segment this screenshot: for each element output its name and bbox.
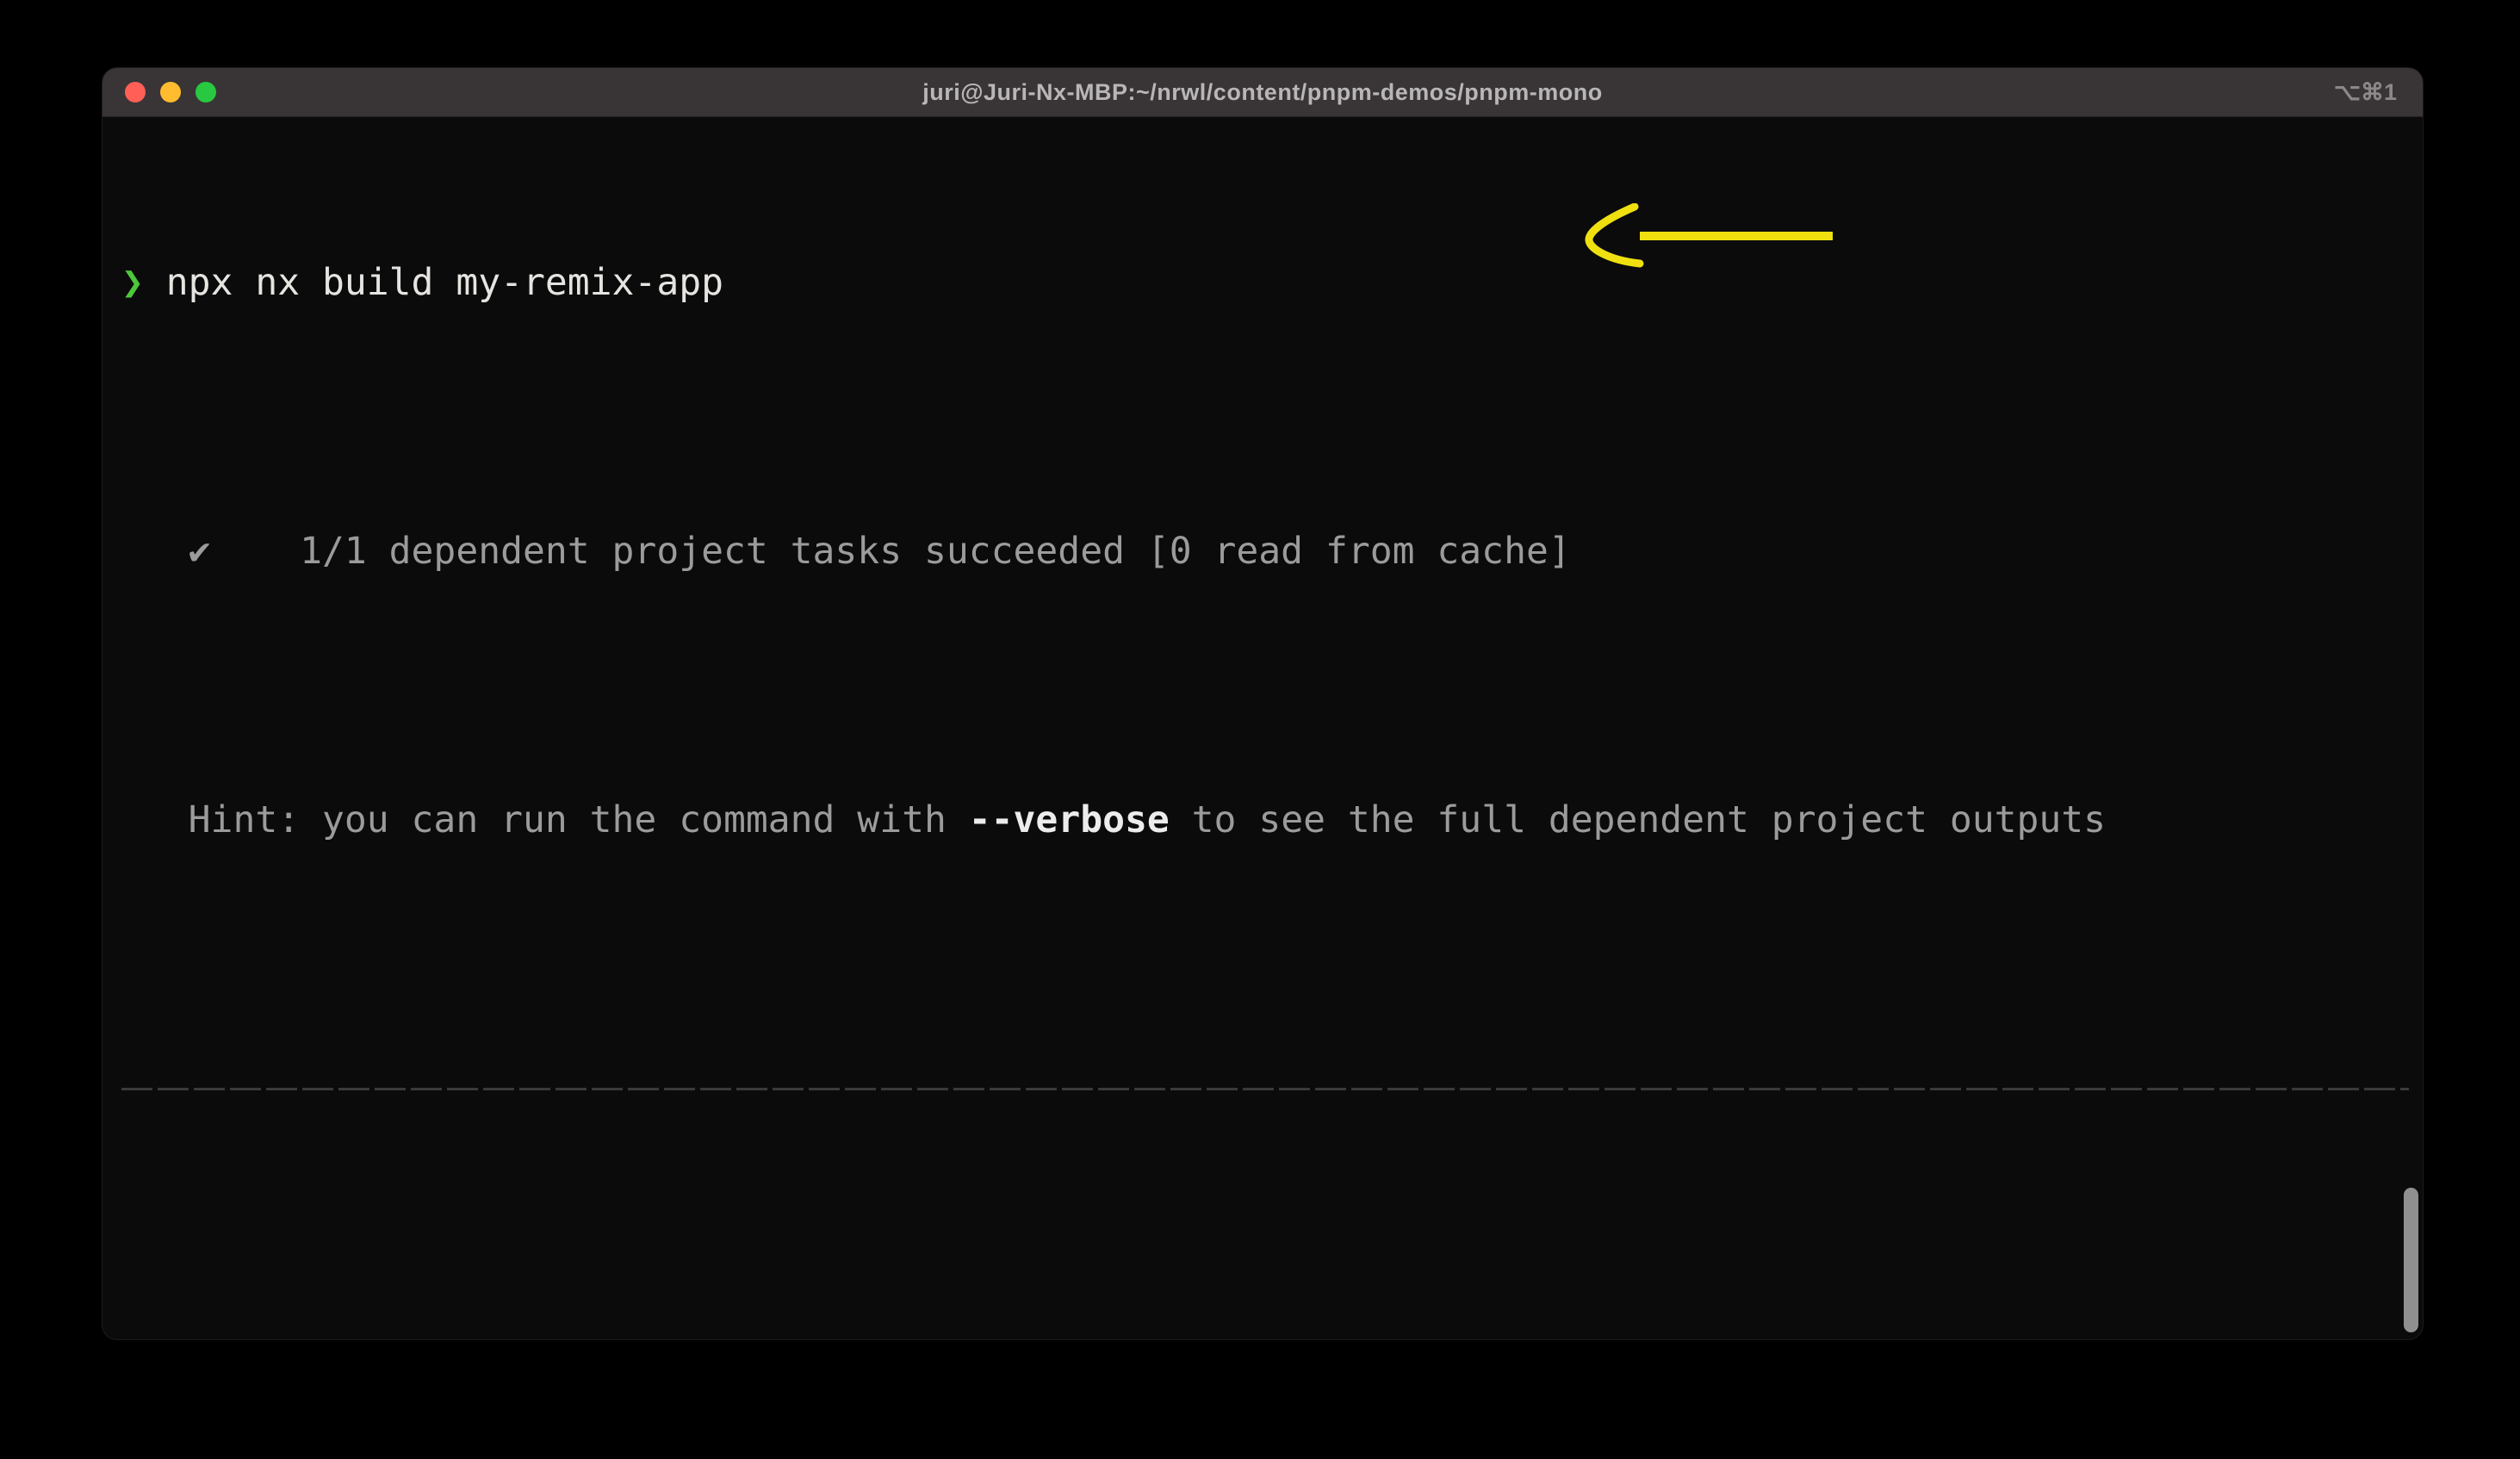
prompt-chevron-icon: ❯ — [121, 261, 144, 304]
terminal-output: ❯ npx nx build my-remix-app ✔ 1/1 depend… — [102, 117, 2423, 1340]
terminal-window: juri@Juri-Nx-MBP:~/nrwl/content/pnpm-dem… — [102, 67, 2424, 1340]
zoom-button-icon[interactable] — [196, 82, 216, 102]
hint-line: Hint: you can run the command with --ver… — [121, 798, 2423, 842]
tab-shortcut-label: ⌥⌘1 — [2334, 68, 2397, 117]
hint-suffix: to see the full dependent project output… — [1170, 798, 2106, 841]
scrollbar[interactable] — [2404, 1188, 2418, 1332]
command-text: npx nx build my-remix-app — [144, 261, 723, 304]
separator-line — [121, 1088, 2423, 1133]
minimize-button-icon[interactable] — [160, 82, 181, 102]
window-title: juri@Juri-Nx-MBP:~/nrwl/content/pnpm-dem… — [102, 68, 2423, 117]
gray-divider — [121, 1088, 2409, 1090]
verbose-flag: --verbose — [969, 798, 1170, 841]
close-button-icon[interactable] — [125, 82, 146, 102]
traffic-lights — [125, 68, 216, 116]
dependent-tasks-line: ✔ 1/1 dependent project tasks succeeded … — [121, 529, 2423, 574]
hint-prefix: Hint: you can run the command with — [121, 798, 969, 841]
dependent-tasks-text: ✔ 1/1 dependent project tasks succeeded … — [121, 530, 1571, 573]
command-line: ❯ npx nx build my-remix-app — [121, 260, 2423, 305]
titlebar[interactable]: juri@Juri-Nx-MBP:~/nrwl/content/pnpm-dem… — [102, 68, 2423, 117]
